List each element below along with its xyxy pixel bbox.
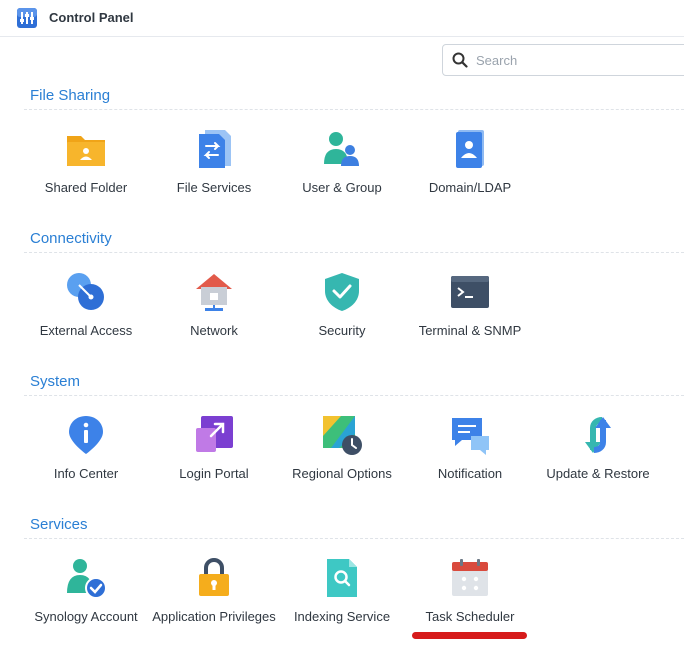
item-shared-folder[interactable]: Shared Folder (22, 128, 150, 224)
external-access-icon (67, 273, 104, 310)
item-external-access[interactable]: External Access (22, 271, 150, 367)
item-update-restore[interactable]: Update & Restore (534, 414, 662, 510)
user-group-icon (324, 132, 359, 166)
synology-account-icon (67, 559, 107, 599)
network-icon (196, 274, 232, 311)
item-regional-options[interactable]: Regional Options (278, 414, 406, 510)
task-scheduler-icon (452, 559, 488, 596)
update-restore-icon (585, 417, 611, 453)
highlight-underline (412, 632, 527, 639)
item-application-privileges[interactable]: Application Privileges (150, 557, 278, 653)
terminal-icon (451, 276, 489, 308)
section-title-services: Services (30, 516, 88, 533)
regional-options-icon (323, 416, 362, 455)
item-label: Info Center (53, 466, 119, 481)
item-label: Regional Options (292, 466, 392, 481)
item-label: Network (190, 323, 238, 338)
item-label: Security (318, 323, 366, 338)
item-label: User & Group (302, 180, 382, 195)
item-label: File Services (176, 180, 252, 195)
login-portal-icon (196, 416, 233, 452)
title-bar: Control Panel (0, 0, 684, 37)
section-divider (24, 252, 684, 253)
section-title-system: System (30, 373, 81, 390)
shared-folder-icon (67, 136, 105, 166)
item-label: Domain/LDAP (428, 180, 512, 195)
control-panel-icon (17, 8, 37, 28)
section-title-connectivity: Connectivity (30, 230, 112, 247)
file-services-icon (199, 130, 231, 168)
search-box[interactable] (442, 44, 684, 76)
item-label: Login Portal (179, 466, 249, 481)
window-title: Control Panel (49, 10, 134, 25)
section-divider (24, 109, 684, 110)
item-synology-account[interactable]: Synology Account (22, 557, 150, 653)
item-label: Application Privileges (152, 609, 276, 624)
item-domain-ldap[interactable]: Domain/LDAP (406, 128, 534, 224)
item-label: Indexing Service (293, 609, 391, 624)
item-network[interactable]: Network (150, 271, 278, 367)
item-label: Update & Restore (546, 466, 650, 481)
notification-icon (452, 418, 489, 455)
item-label: External Access (39, 323, 133, 338)
item-notification[interactable]: Notification (406, 414, 534, 510)
item-label: Shared Folder (44, 180, 128, 195)
item-security[interactable]: Security (278, 271, 406, 367)
item-label: Task Scheduler (425, 609, 515, 624)
item-terminal-snmp[interactable]: Terminal & SNMP (406, 271, 534, 367)
item-file-services[interactable]: File Services (150, 128, 278, 224)
item-label: Synology Account (34, 609, 138, 624)
item-label: Notification (437, 466, 503, 481)
item-login-portal[interactable]: Login Portal (150, 414, 278, 510)
item-indexing-service[interactable]: Indexing Service (278, 557, 406, 653)
domain-ldap-icon (456, 130, 484, 168)
section-title-file-sharing: File Sharing (30, 87, 111, 104)
section-divider (24, 395, 684, 396)
section-divider (24, 538, 684, 539)
item-info-center[interactable]: Info Center (22, 414, 150, 510)
security-shield-icon (325, 273, 359, 311)
search-icon (452, 52, 468, 68)
search-input[interactable] (476, 51, 676, 69)
info-center-icon (69, 416, 103, 454)
item-label: Terminal & SNMP (418, 323, 522, 338)
application-privileges-icon (199, 557, 229, 596)
indexing-service-icon (327, 559, 357, 597)
item-user-group[interactable]: User & Group (278, 128, 406, 224)
